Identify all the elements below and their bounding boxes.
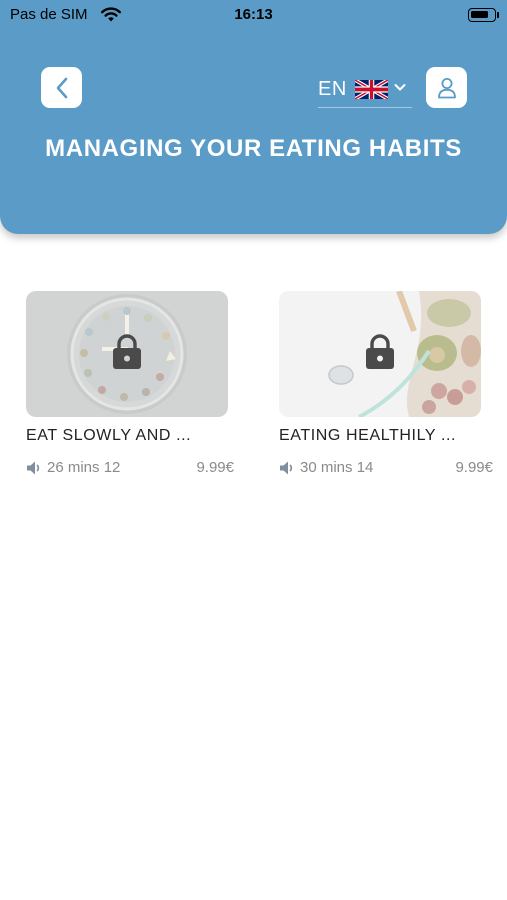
speaker-icon <box>27 461 40 475</box>
profile-button[interactable] <box>426 67 467 108</box>
status-time: 16:13 <box>234 6 273 23</box>
card-meta: 26 mins 12 9.99€ <box>26 459 236 477</box>
course-card[interactable]: EAT SLOWLY AND ... 26 mins 12 9.99€ <box>26 291 236 476</box>
course-card[interactable]: EATING HEALTHILY ... 30 mins 14 9.99€ <box>279 291 493 476</box>
card-duration: 26 mins 12 <box>47 459 121 476</box>
card-duration: 30 mins 14 <box>300 459 374 476</box>
chevron-left-icon <box>56 77 67 98</box>
card-price: 9.99€ <box>196 459 234 476</box>
lock-icon <box>113 334 141 369</box>
card-price: 9.99€ <box>455 459 493 476</box>
language-selector[interactable]: EN <box>318 76 412 108</box>
user-icon <box>437 77 456 98</box>
chevron-down-icon <box>394 84 406 91</box>
battery-icon <box>468 8 496 22</box>
lock-icon <box>366 334 394 369</box>
language-code: EN <box>318 78 347 100</box>
battery-cap <box>497 12 499 18</box>
plate-clock-image <box>26 291 228 417</box>
header: Pas de SIM 16:13 EN MANAGING YOUR EATING… <box>0 0 507 234</box>
card-title: EAT SLOWLY AND ... <box>26 427 192 444</box>
page-title: MANAGING YOUR EATING HABITS <box>45 135 462 162</box>
status-bar: Pas de SIM 16:13 <box>0 0 507 32</box>
card-title: EATING HEALTHILY ... <box>279 427 457 444</box>
uk-flag-icon <box>355 80 388 99</box>
speaker-icon <box>280 461 293 475</box>
healthy-food-image <box>279 291 481 417</box>
back-button[interactable] <box>41 67 82 108</box>
card-meta: 30 mins 14 9.99€ <box>279 459 493 477</box>
